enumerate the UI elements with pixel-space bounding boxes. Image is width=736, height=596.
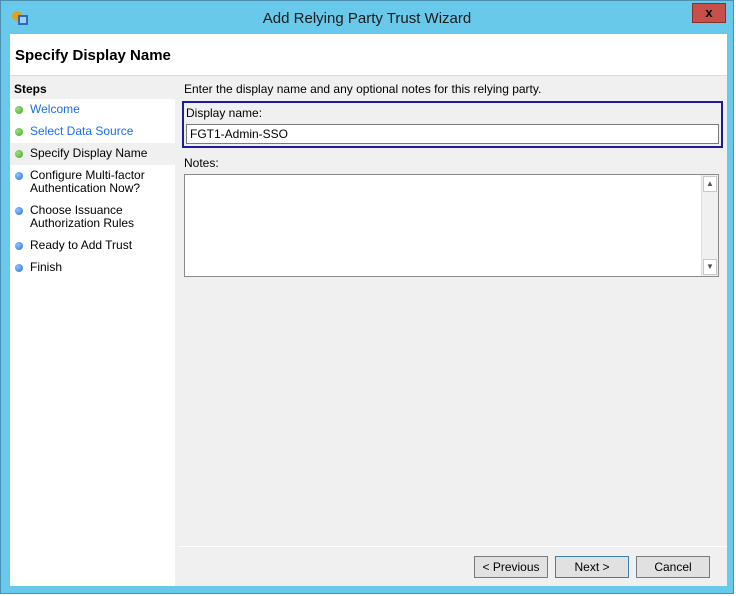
cancel-button[interactable]: Cancel bbox=[636, 556, 710, 578]
intro-text: Enter the display name and any optional … bbox=[184, 82, 542, 96]
content-panel: Enter the display name and any optional … bbox=[178, 77, 727, 586]
step-welcome[interactable]: Welcome bbox=[10, 99, 175, 121]
notes-label: Notes: bbox=[184, 156, 219, 170]
step-issuance-rules: Choose Issuance Authorization Rules bbox=[10, 200, 175, 235]
step-label: Select Data Source bbox=[30, 124, 134, 138]
display-name-group: Display name: bbox=[182, 101, 723, 148]
step-pending-icon bbox=[15, 207, 23, 215]
steps-heading: Steps bbox=[10, 77, 175, 99]
scroll-up-icon[interactable]: ▲ bbox=[703, 176, 717, 192]
window-title: Add Relying Party Trust Wizard bbox=[262, 10, 472, 27]
button-bar: < Previous Next > Cancel bbox=[178, 546, 727, 586]
close-button[interactable]: x bbox=[692, 3, 726, 23]
notes-textarea[interactable]: ▲ ▼ bbox=[184, 174, 719, 277]
display-name-input[interactable] bbox=[186, 124, 719, 144]
wizard-window: Add Relying Party Trust Wizard x Specify… bbox=[0, 0, 734, 594]
step-pending-icon bbox=[15, 172, 23, 180]
step-label: Finish bbox=[30, 260, 63, 274]
step-complete-icon bbox=[15, 106, 23, 114]
page-title: Specify Display Name bbox=[15, 47, 171, 64]
steps-panel: Steps Welcome Select Data Source Specify… bbox=[10, 77, 175, 586]
display-name-label: Display name: bbox=[186, 106, 263, 120]
step-specify-display-name: Specify Display Name bbox=[10, 143, 175, 165]
step-select-data-source[interactable]: Select Data Source bbox=[10, 121, 175, 143]
step-label: Ready to Add Trust bbox=[30, 238, 133, 252]
step-finish: Finish bbox=[10, 257, 175, 279]
scroll-down-icon[interactable]: ▼ bbox=[703, 259, 717, 275]
notes-scrollbar[interactable]: ▲ ▼ bbox=[701, 175, 718, 276]
step-complete-icon bbox=[15, 128, 23, 136]
step-label: Specify Display Name bbox=[30, 146, 148, 160]
step-ready: Ready to Add Trust bbox=[10, 235, 175, 257]
previous-button[interactable]: < Previous bbox=[474, 556, 548, 578]
step-label: Choose Issuance Authorization Rules bbox=[30, 203, 135, 230]
next-button[interactable]: Next > bbox=[555, 556, 629, 578]
step-pending-icon bbox=[15, 242, 23, 250]
app-icon bbox=[12, 11, 28, 25]
step-pending-icon bbox=[15, 264, 23, 272]
step-configure-mfa: Configure Multi-factor Authentication No… bbox=[10, 165, 175, 200]
step-current-icon bbox=[15, 150, 23, 158]
step-label: Configure Multi-factor Authentication No… bbox=[30, 168, 145, 195]
page-header: Specify Display Name bbox=[10, 34, 727, 76]
step-label: Welcome bbox=[30, 102, 80, 116]
